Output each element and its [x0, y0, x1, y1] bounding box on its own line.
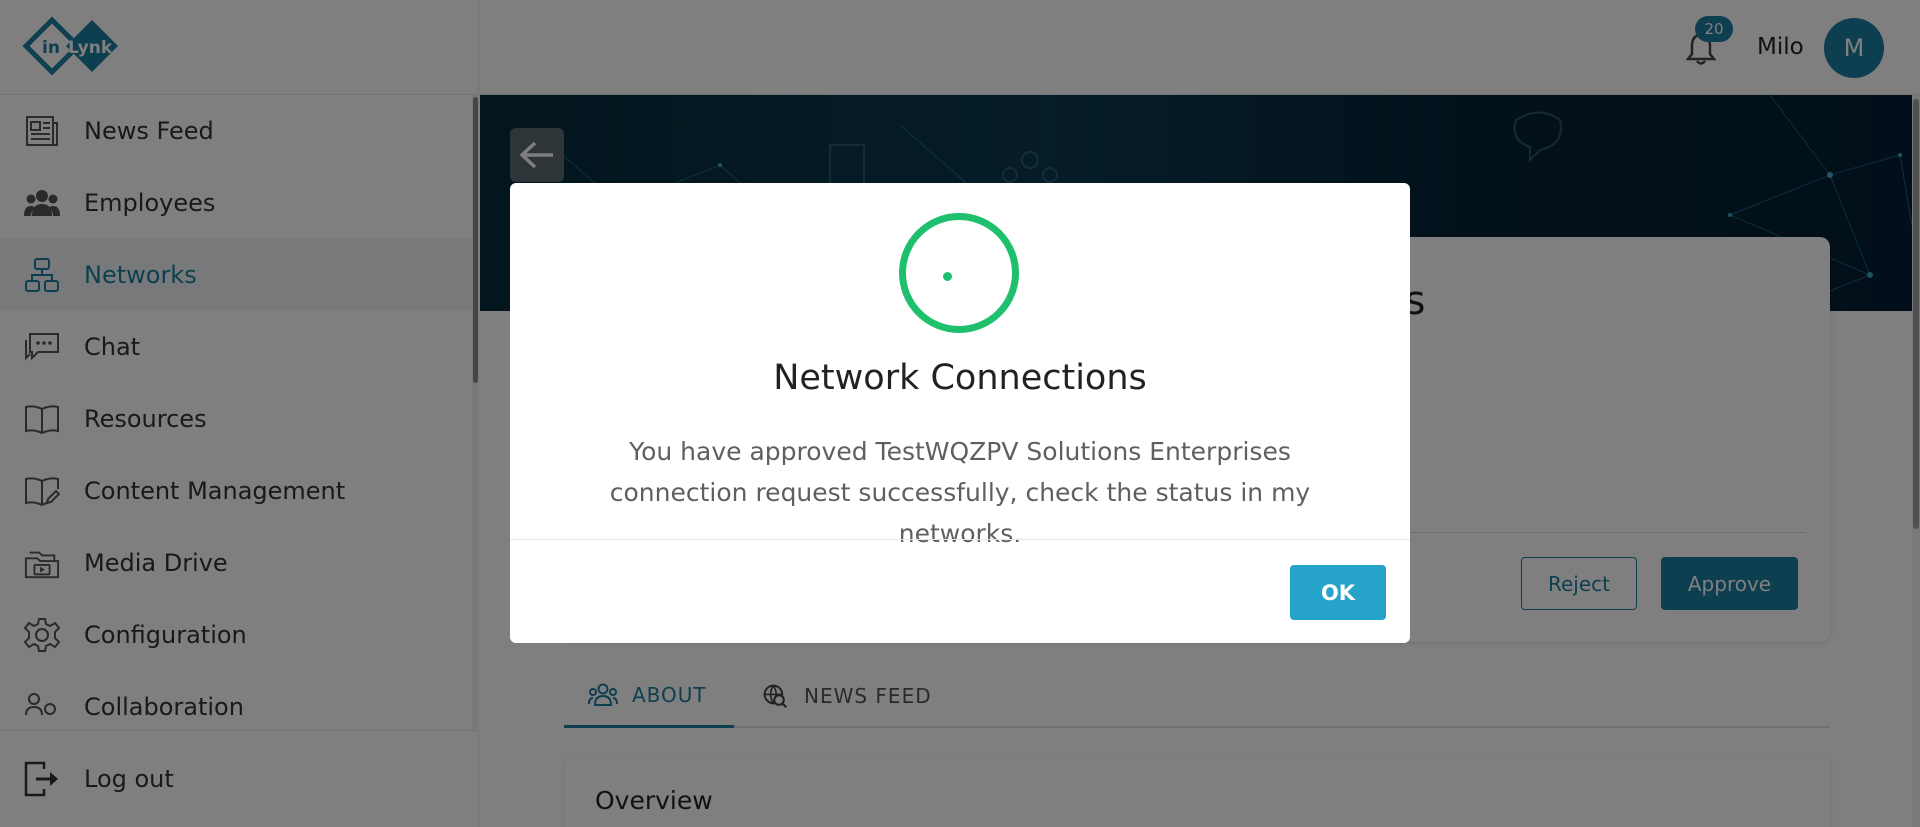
modal-message: You have approved TestWQZPV Solutions En… [609, 437, 1311, 548]
modal-title: Network Connections [773, 358, 1147, 398]
modal-divider [510, 539, 1410, 540]
success-circle-icon [899, 213, 1019, 333]
success-icon-dot [943, 272, 952, 281]
success-modal: Network Connections You have approved Te… [510, 183, 1410, 643]
ok-button[interactable]: OK [1290, 565, 1386, 620]
